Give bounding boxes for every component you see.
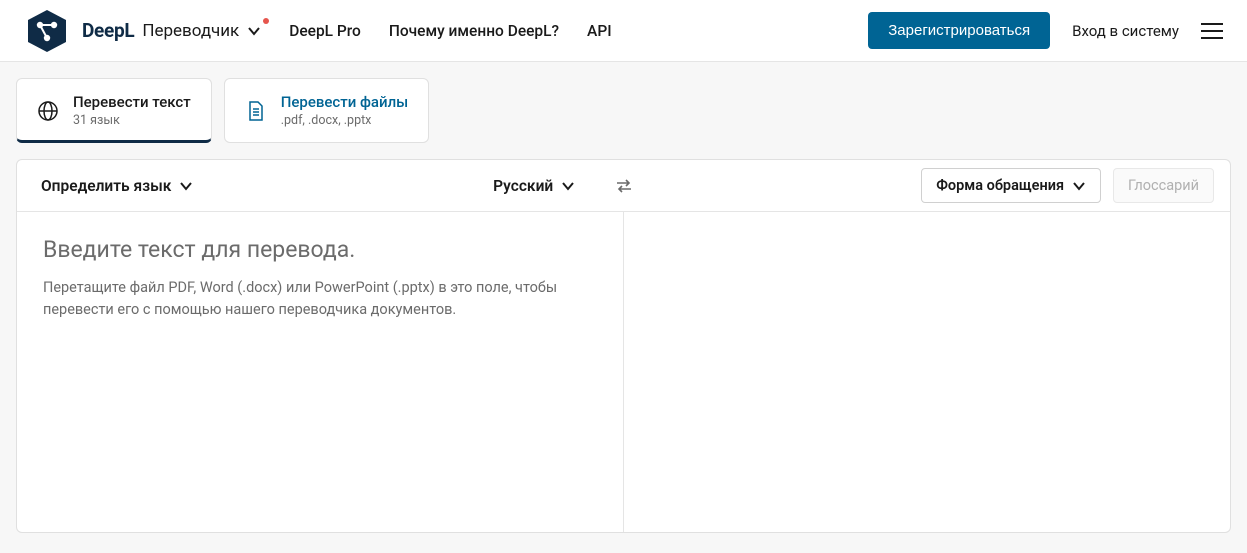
mode-tab-files-sub: .pdf, .docx, .pptx bbox=[281, 113, 409, 128]
mode-tab-files[interactable]: Перевести файлы .pdf, .docx, .pptx bbox=[224, 78, 430, 143]
target-language-selector[interactable]: Русский bbox=[493, 177, 575, 195]
swap-languages-icon[interactable] bbox=[614, 176, 634, 196]
target-options: Форма обращения Глоссарий bbox=[921, 168, 1230, 203]
brand-line[interactable]: DeepL Переводчик bbox=[82, 19, 261, 42]
main-header: DeepL Переводчик DeepL Pro Почему именно… bbox=[0, 0, 1247, 62]
source-placeholder-sub: Перетащите файл PDF, Word (.docx) или Po… bbox=[43, 277, 563, 321]
chevron-down-icon bbox=[1072, 179, 1086, 193]
mode-tab-files-title: Перевести файлы bbox=[281, 93, 409, 111]
source-lang-area: Определить язык bbox=[17, 177, 469, 195]
notification-dot-icon bbox=[263, 18, 269, 24]
source-placeholder-title: Введите текст для перевода. bbox=[43, 236, 597, 263]
formality-label: Форма обращения bbox=[936, 177, 1064, 194]
language-bar: Определить язык Русский Форма обраще bbox=[17, 160, 1230, 212]
mode-tab-text-labels: Перевести текст 31 язык bbox=[73, 93, 191, 128]
mode-tab-text-sub: 31 язык bbox=[73, 113, 191, 128]
mode-tabs: Перевести текст 31 язык Перевести файлы … bbox=[0, 62, 1247, 159]
hamburger-menu-icon[interactable] bbox=[1201, 23, 1223, 39]
signup-button[interactable]: Зарегистрироваться bbox=[868, 12, 1050, 49]
glossary-button[interactable]: Глоссарий bbox=[1113, 168, 1214, 203]
target-language-label: Русский bbox=[493, 177, 553, 195]
target-pane bbox=[624, 212, 1230, 532]
mode-tab-text-title: Перевести текст bbox=[73, 93, 191, 111]
source-language-label: Определить язык bbox=[41, 177, 171, 195]
translator-panel: Определить язык Русский Форма обраще bbox=[16, 159, 1231, 533]
nav-link-pro[interactable]: DeepL Pro bbox=[289, 22, 361, 40]
globe-icon bbox=[37, 100, 59, 122]
brand-product: Переводчик bbox=[142, 21, 239, 41]
deepl-logo-icon[interactable] bbox=[24, 8, 70, 54]
translation-panes: Введите текст для перевода. Перетащите ф… bbox=[17, 212, 1230, 532]
login-link[interactable]: Вход в систему bbox=[1072, 22, 1179, 40]
brand-name: DeepL bbox=[82, 19, 134, 42]
mode-tab-text[interactable]: Перевести текст 31 язык bbox=[16, 78, 212, 143]
chevron-down-icon bbox=[179, 179, 193, 193]
logo-area: DeepL Переводчик bbox=[24, 8, 261, 54]
nav-link-api[interactable]: API bbox=[587, 22, 612, 40]
source-language-selector[interactable]: Определить язык bbox=[41, 177, 193, 195]
nav-link-why[interactable]: Почему именно DeepL? bbox=[389, 22, 559, 40]
main-nav: DeepL Pro Почему именно DeepL? API bbox=[289, 22, 611, 40]
target-lang-area: Русский bbox=[469, 177, 921, 195]
brand-chevron bbox=[247, 24, 261, 38]
formality-selector[interactable]: Форма обращения bbox=[921, 168, 1101, 203]
chevron-down-icon bbox=[247, 24, 261, 38]
document-icon bbox=[245, 100, 267, 122]
chevron-down-icon bbox=[561, 179, 575, 193]
source-pane[interactable]: Введите текст для перевода. Перетащите ф… bbox=[17, 212, 624, 532]
mode-tab-files-labels: Перевести файлы .pdf, .docx, .pptx bbox=[281, 93, 409, 128]
